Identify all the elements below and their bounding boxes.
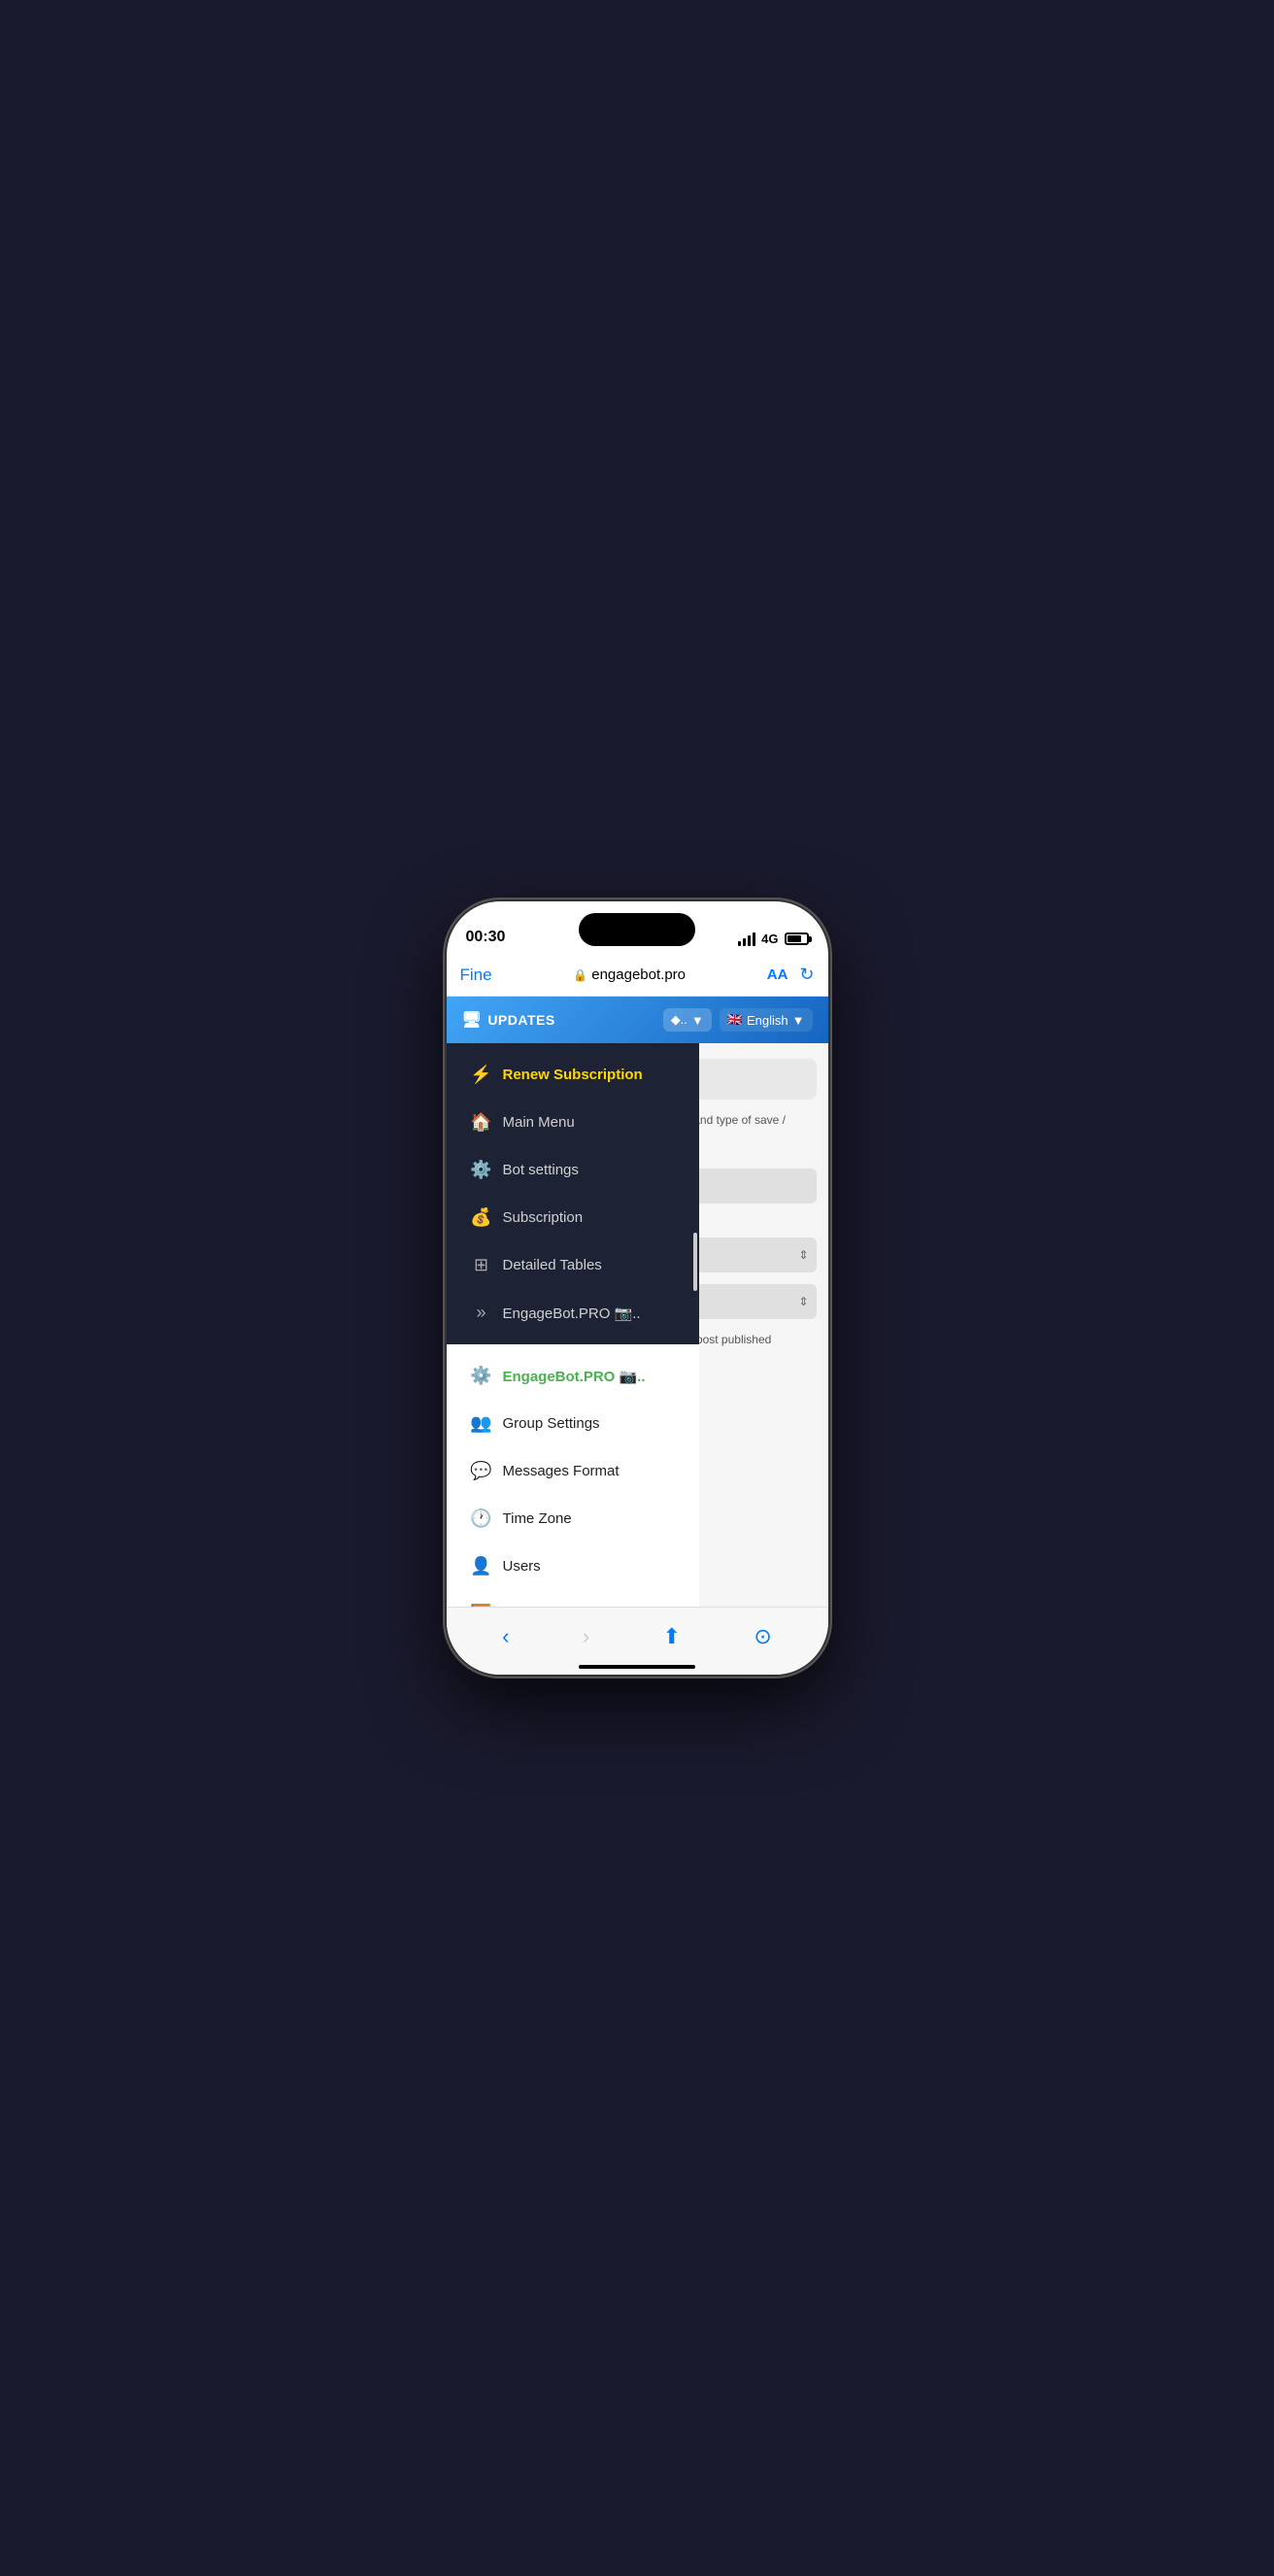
home-icon: 🏠 xyxy=(470,1112,493,1133)
top-nav: 🖥 UPDATES ◆.. ▼ 🇬🇧 English ▼ xyxy=(447,997,828,1043)
browser-actions: AA ↻ xyxy=(767,965,815,985)
group-settings-label: Group Settings xyxy=(503,1415,600,1432)
messages-format-label: Messages Format xyxy=(503,1463,620,1479)
diamond-label: ◆.. xyxy=(671,1012,687,1028)
lang-flag: 🇬🇧 xyxy=(727,1012,743,1028)
sidebar-item-main-menu[interactable]: 🏠 Main Menu xyxy=(447,1099,699,1146)
browser-bar: Fine 🔒 engagebot.pro AA ↻ xyxy=(447,954,828,997)
phone-frame: 00:30 4G Fine 🔒 engagebot.pro AA ↻ xyxy=(447,901,828,1675)
updates-button[interactable]: 🖥 UPDATES xyxy=(462,1010,555,1030)
select-arrows-2: ⇕ xyxy=(798,1295,808,1308)
time-zone-icon: 🕐 xyxy=(470,1508,493,1529)
updates-icon: 🖥 xyxy=(462,1010,483,1030)
sidebar-item-bot-settings[interactable]: ⚙️ Bot settings xyxy=(447,1146,699,1194)
engagebot-dark-icon: » xyxy=(470,1303,493,1323)
signal-bars xyxy=(738,932,755,946)
lang-dropdown-icon: ▼ xyxy=(792,1013,805,1028)
engagebot-dark-label: EngageBot.PRO 📷.. xyxy=(503,1305,641,1322)
sidebar-item-subscription[interactable]: 💰 Subscription xyxy=(447,1194,699,1241)
battery-icon xyxy=(785,932,809,945)
subscription-label: Subscription xyxy=(503,1209,584,1226)
sidebar-item-detailed-tables[interactable]: ⊞ Detailed Tables xyxy=(447,1241,699,1289)
browser-back-button[interactable]: Fine xyxy=(460,966,492,985)
detailed-tables-label: Detailed Tables xyxy=(503,1257,602,1273)
sidebar-item-renew-subscription[interactable]: ⚡ Renew Subscription xyxy=(447,1051,699,1099)
subscription-icon: 💰 xyxy=(470,1207,493,1228)
sidebar-dark-section: ⚡ Renew Subscription 🏠 Main Menu ⚙️ Bot … xyxy=(447,1043,699,1344)
messages-format-icon: 💬 xyxy=(470,1461,493,1481)
diamond-dropdown-icon: ▼ xyxy=(691,1013,704,1028)
engagebot-green-icon: ⚙️ xyxy=(470,1366,493,1386)
lock-icon: 🔒 xyxy=(573,968,587,982)
browser-nav-forward[interactable]: › xyxy=(583,1624,589,1649)
diamond-button[interactable]: ◆.. ▼ xyxy=(663,1008,712,1032)
bot-settings-icon: ⚙️ xyxy=(470,1160,493,1180)
signal-type: 4G xyxy=(761,932,778,946)
scrollbar-thumb[interactable] xyxy=(693,1233,697,1291)
sidebar-item-engagebot-green[interactable]: ⚙️ EngageBot.PRO 📷.. xyxy=(447,1352,699,1400)
status-time: 00:30 xyxy=(466,929,506,946)
sidebar-item-engagebot-dark[interactable]: » EngageBot.PRO 📷.. xyxy=(447,1289,699,1337)
status-icons: 4G xyxy=(738,932,808,946)
content-area: 🖥 UPDATES ◆.. ▼ 🇬🇧 English ▼ xyxy=(447,997,828,1675)
sidebar-item-users[interactable]: 👤 Users xyxy=(447,1542,699,1590)
browser-share-button[interactable]: ⬆ xyxy=(663,1624,681,1649)
bot-settings-label: Bot settings xyxy=(503,1162,579,1178)
home-indicator xyxy=(579,1665,695,1669)
main-menu-label: Main Menu xyxy=(503,1114,575,1131)
browser-refresh-button[interactable]: ↻ xyxy=(799,965,814,985)
users-icon: 👤 xyxy=(470,1556,493,1576)
lightning-icon: ⚡ xyxy=(470,1065,493,1085)
lang-label: English xyxy=(747,1013,788,1028)
select-arrows-1: ⇕ xyxy=(798,1248,808,1262)
sidebar-item-time-zone[interactable]: 🕐 Time Zone xyxy=(447,1495,699,1542)
language-button[interactable]: 🇬🇧 English ▼ xyxy=(720,1008,813,1032)
browser-bookmarks-button[interactable]: ⊙ xyxy=(754,1624,771,1649)
updates-label: UPDATES xyxy=(487,1012,554,1028)
sidebar-item-group-settings[interactable]: 👥 Group Settings xyxy=(447,1400,699,1447)
group-settings-icon: 👥 xyxy=(470,1413,493,1434)
engagebot-green-label: EngageBot.PRO 📷.. xyxy=(503,1368,646,1385)
dynamic-island xyxy=(579,913,695,946)
browser-aa-button[interactable]: AA xyxy=(767,966,788,983)
renew-subscription-label: Renew Subscription xyxy=(503,1067,643,1083)
browser-url-text: engagebot.pro xyxy=(591,966,686,983)
scrollbar-track[interactable] xyxy=(693,1043,697,1675)
users-label: Users xyxy=(503,1558,541,1575)
sidebar-item-messages-format[interactable]: 💬 Messages Format xyxy=(447,1447,699,1495)
browser-nav-back[interactable]: ‹ xyxy=(502,1624,509,1649)
time-zone-label: Time Zone xyxy=(503,1510,572,1527)
nav-right: ◆.. ▼ 🇬🇧 English ▼ xyxy=(663,1008,813,1032)
sidebar-menu: ⚡ Renew Subscription 🏠 Main Menu ⚙️ Bot … xyxy=(447,1043,699,1675)
tables-icon: ⊞ xyxy=(470,1255,493,1275)
browser-url-bar[interactable]: 🔒 engagebot.pro xyxy=(573,966,686,983)
